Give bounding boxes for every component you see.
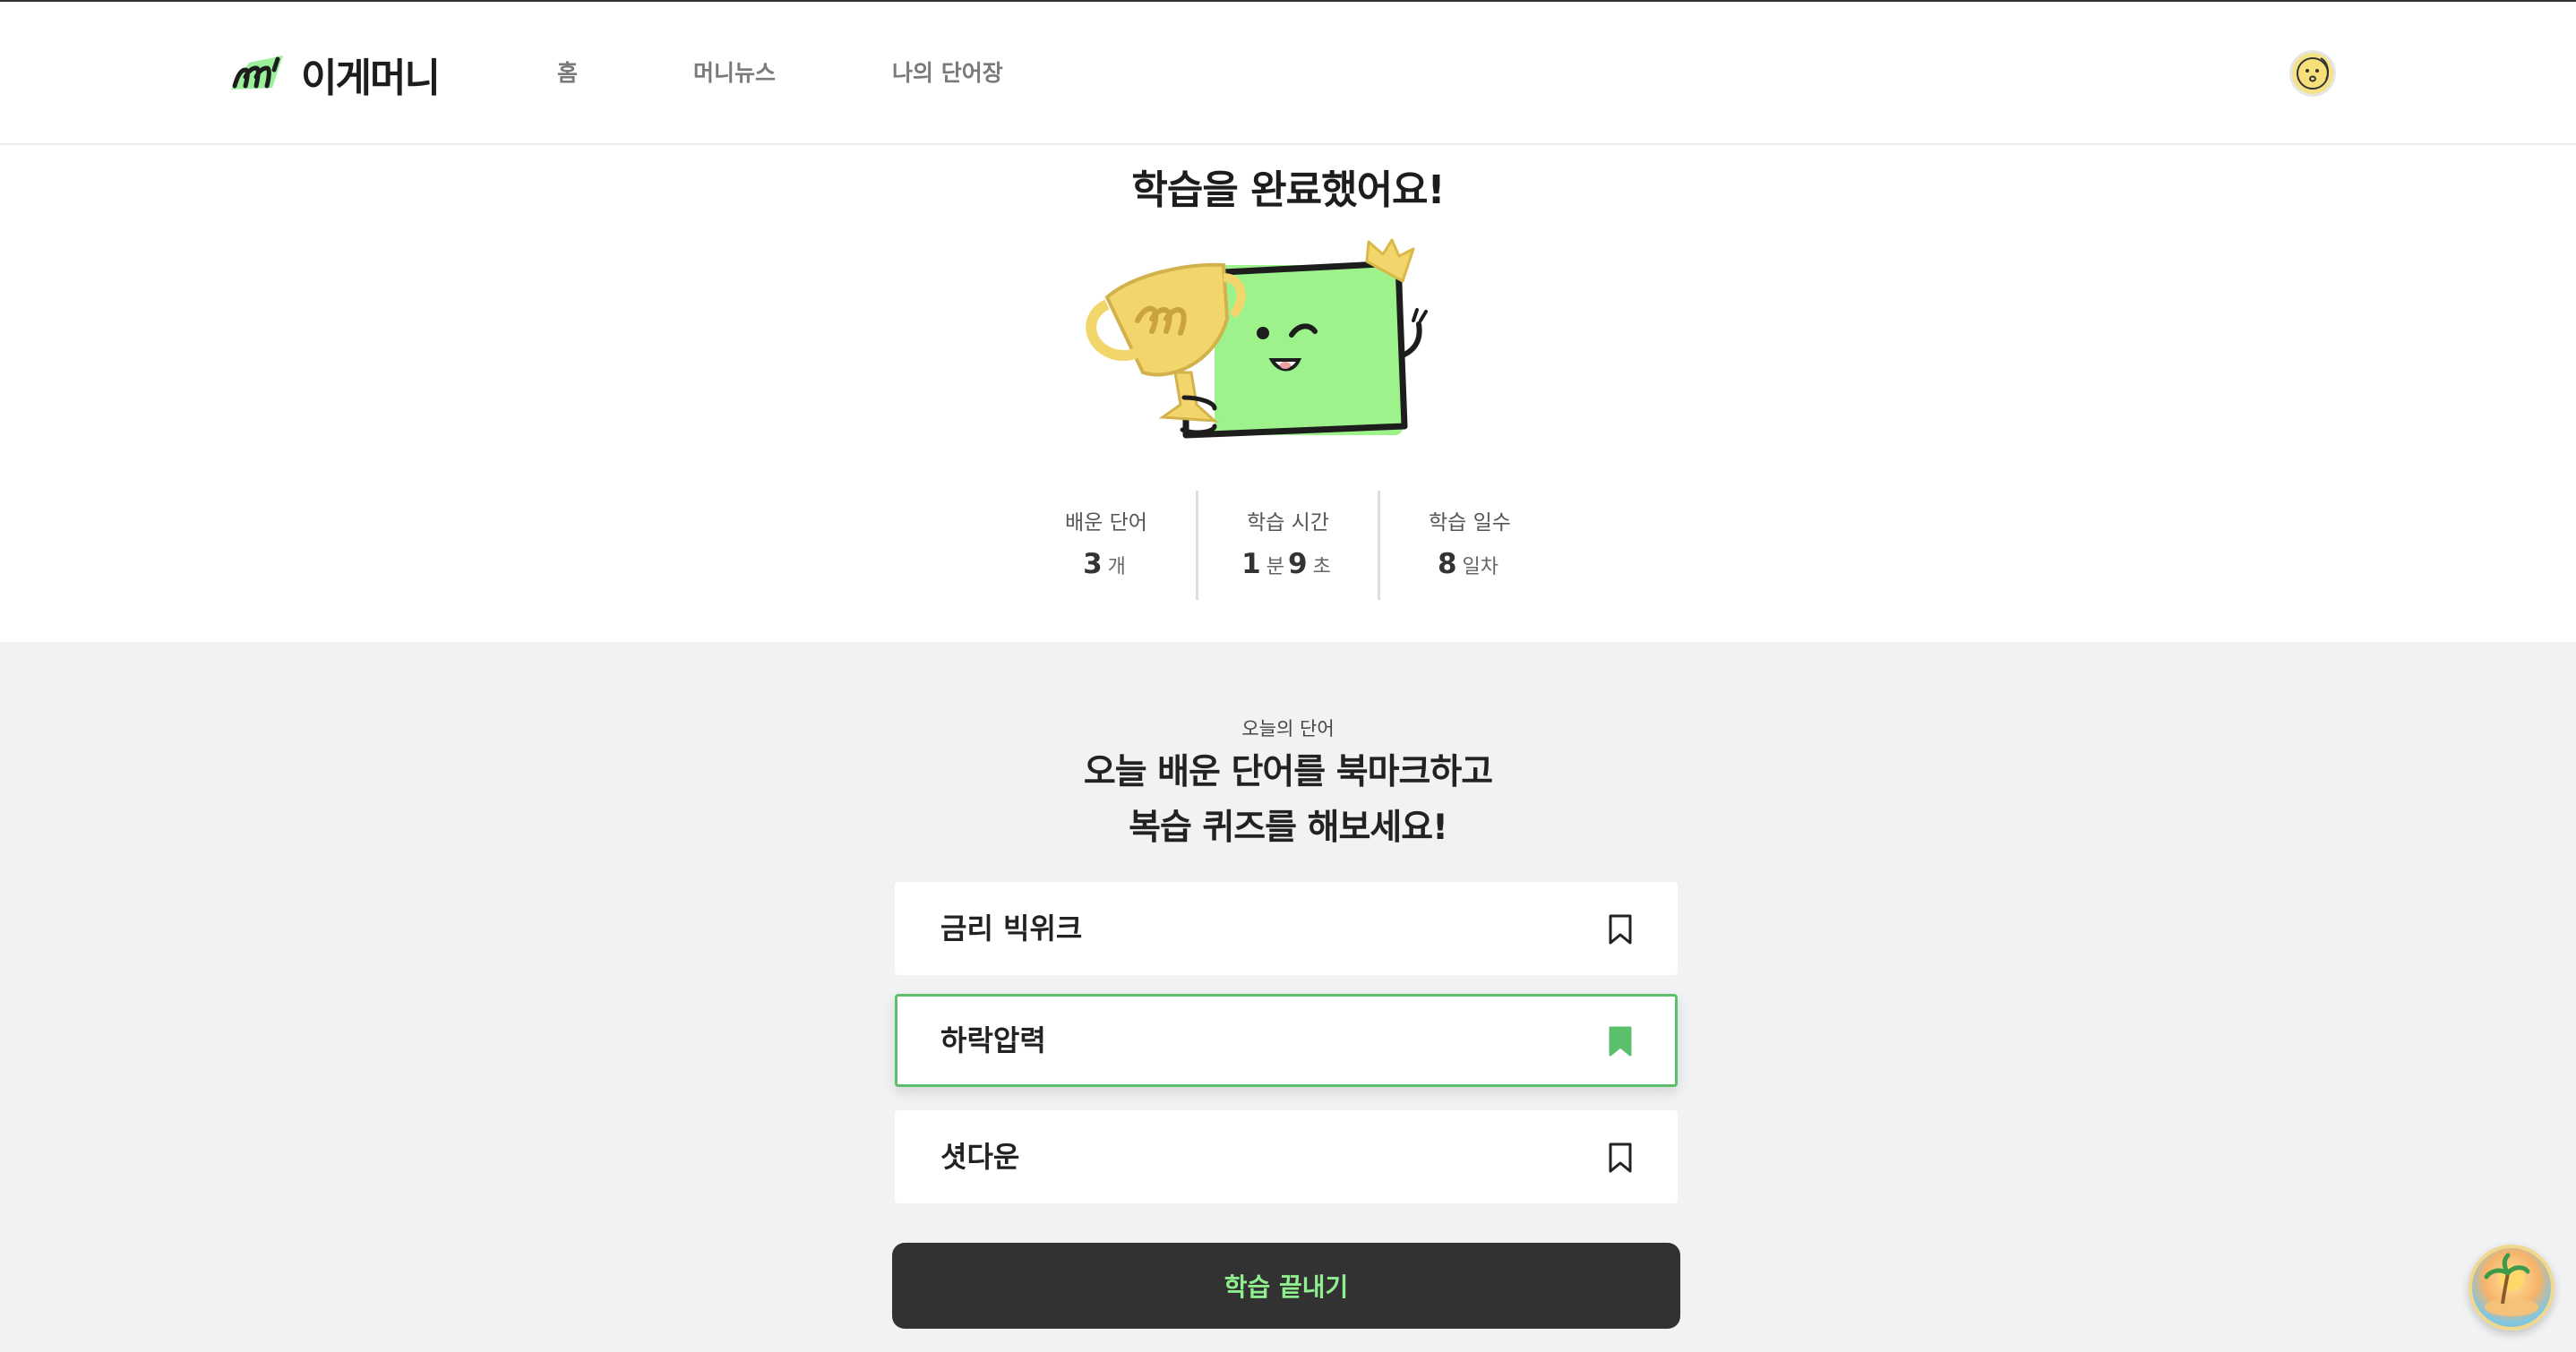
stat-unit: 개 — [1107, 556, 1126, 578]
word-card-bookmarked[interactable]: 하락압력 — [895, 994, 1678, 1087]
word-text: 하락압력 — [940, 1023, 1046, 1057]
stat-words-learned: 배운 단어 3개 — [1017, 491, 1196, 600]
avatar-face-icon — [2297, 57, 2329, 90]
bookmark-outline-icon[interactable] — [1607, 913, 1634, 946]
stat-number: 1 — [1241, 548, 1261, 580]
bookmark-filled-icon[interactable] — [1607, 1025, 1634, 1057]
nav-money-news[interactable]: 머니뉴스 — [693, 57, 776, 90]
stat-value: 1분9초 — [1198, 548, 1378, 580]
stat-study-days: 학습 일수 8 일차 — [1378, 491, 1559, 600]
section-sub-label: 오늘의 단어 — [1241, 718, 1335, 740]
logo-text: 이게머니 — [301, 56, 441, 101]
completion-title: 학습을 완료했어요! — [1131, 167, 1445, 213]
stat-unit: 분 — [1266, 556, 1284, 578]
word-card[interactable]: 금리 빅위크 — [895, 882, 1678, 975]
word-text: 금리 빅위크 — [940, 911, 1083, 946]
stat-value: 8 일차 — [1380, 548, 1559, 580]
bookmark-outline-icon[interactable] — [1607, 1142, 1634, 1174]
stat-unit: 일차 — [1462, 556, 1499, 578]
stat-number: 8 — [1437, 548, 1457, 580]
headline-line-1: 오늘 배운 단어를 북마크하고 — [1083, 752, 1493, 792]
word-text: 셧다운 — [940, 1140, 1020, 1174]
stat-unit: 초 — [1312, 556, 1331, 578]
finish-learning-button[interactable]: 학습 끝내기 — [892, 1243, 1680, 1329]
section-headline: 오늘 배운 단어를 북마크하고 복습 퀴즈를 해보세요! — [0, 745, 2576, 856]
stat-label: 학습 일수 — [1429, 511, 1511, 535]
stat-value: 3개 — [1017, 548, 1196, 580]
nav-my-wordbook[interactable]: 나의 단어장 — [892, 57, 1003, 90]
stat-label: 학습 시간 — [1247, 511, 1329, 535]
stat-label: 배운 단어 — [1065, 511, 1147, 535]
stat-number: 9 — [1288, 548, 1308, 580]
nav-home[interactable]: 홈 — [557, 57, 578, 90]
palm-tree-icon — [2484, 1253, 2538, 1316]
headline-line-2: 복습 퀴즈를 해보세요! — [1129, 808, 1448, 848]
stat-number: 3 — [1083, 548, 1103, 580]
floating-beach-button[interactable] — [2469, 1245, 2555, 1331]
logo-mark-icon — [231, 56, 283, 90]
stat-study-time: 학습 시간 1분9초 — [1196, 491, 1378, 600]
profile-avatar[interactable] — [2289, 50, 2336, 97]
learning-stats: 배운 단어 3개 학습 시간 1분9초 학습 일수 8 일차 — [1017, 491, 1559, 600]
logo[interactable]: 이게머니 — [226, 47, 441, 102]
word-card[interactable]: 셧다운 — [895, 1110, 1678, 1203]
trophy-mascot-illustration — [1086, 238, 1428, 439]
top-navbar: 이게머니 홈 머니뉴스 나의 단어장 — [0, 2, 2576, 145]
